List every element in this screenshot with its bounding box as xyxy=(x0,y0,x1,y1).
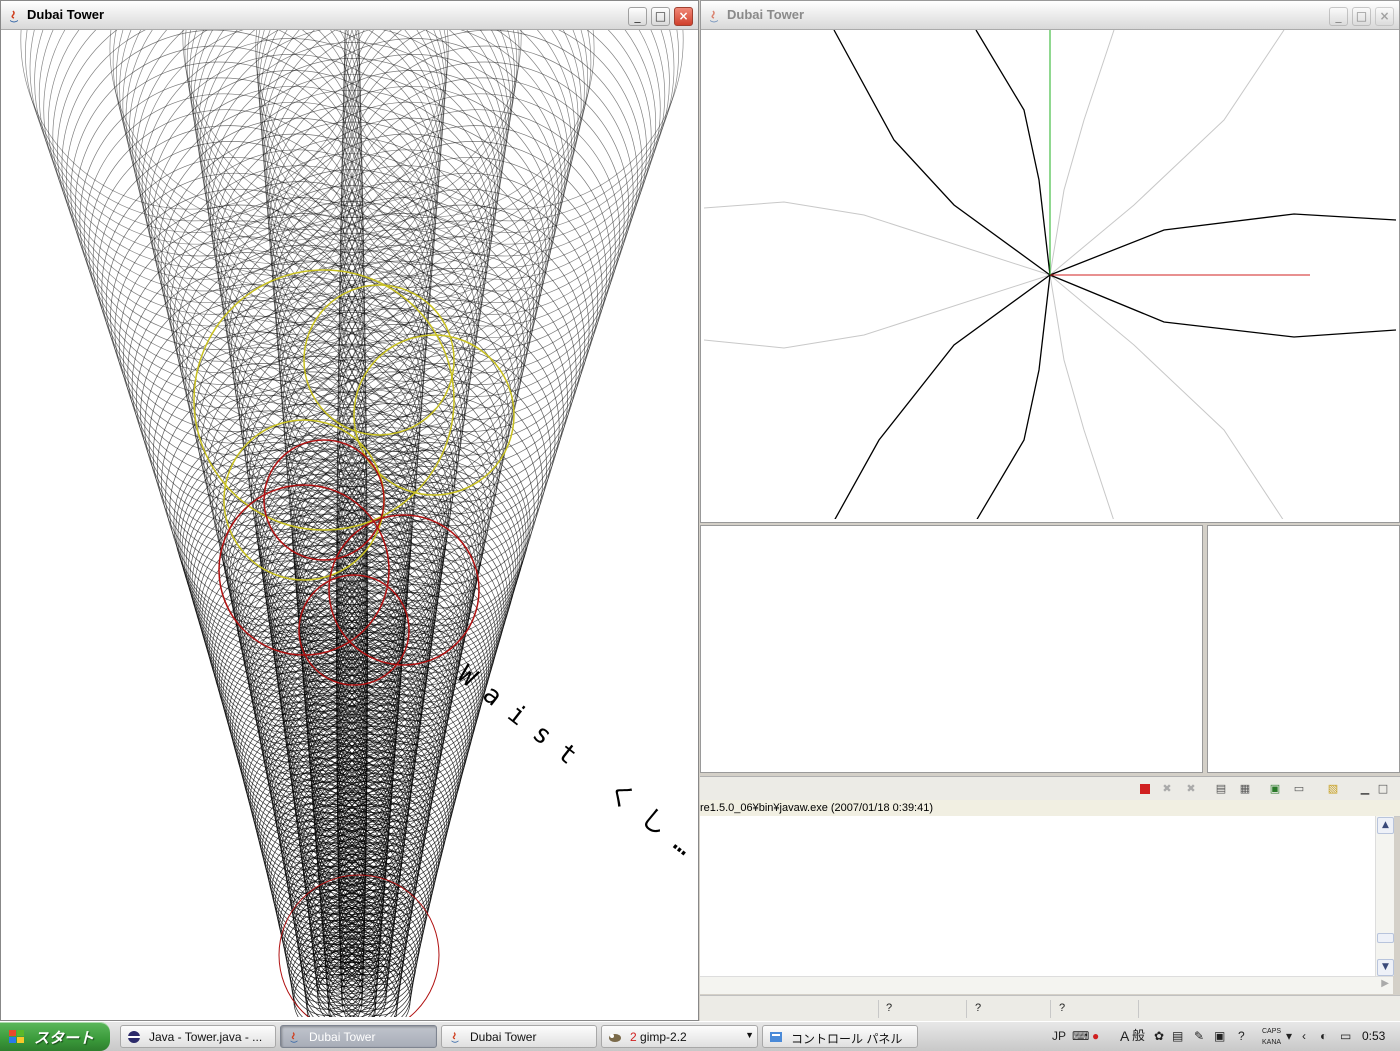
console-output[interactable] xyxy=(700,816,1375,976)
start-button[interactable]: スタート xyxy=(0,1022,110,1051)
java-icon xyxy=(10,10,18,23)
scroll-down-icon[interactable]: ▼ xyxy=(1377,959,1394,976)
language-indicator[interactable]: JP xyxy=(1052,1028,1066,1044)
console-horizontal-scrollbar[interactable]: ▶ xyxy=(700,976,1393,994)
scroll-right-icon[interactable]: ▶ xyxy=(1381,978,1389,989)
close-button[interactable]: × xyxy=(674,7,693,26)
remove-launch-icon[interactable]: ✖ xyxy=(1160,782,1174,796)
display-console-icon[interactable]: ▭ xyxy=(1292,782,1306,796)
tray-expand-icon[interactable]: ‹ xyxy=(1302,1028,1306,1044)
pen-icon[interactable]: ✎ xyxy=(1194,1028,1204,1044)
network-icon[interactable]: ◐ xyxy=(1320,1028,1327,1044)
open-console-icon[interactable]: ▧ xyxy=(1326,782,1340,796)
control-panel-icon xyxy=(770,1032,782,1042)
tool-icon[interactable]: ✿ xyxy=(1154,1028,1164,1044)
terminate-icon[interactable] xyxy=(1138,782,1152,796)
eclipse-icon xyxy=(128,1031,140,1043)
taskbar: スタート Java - Tower.java - ... Dubai Tower… xyxy=(0,1021,1400,1051)
java-icon xyxy=(710,10,718,23)
ime-mode[interactable]: A xyxy=(1120,1028,1129,1044)
java-icon xyxy=(290,1032,298,1043)
tray-menu-icon[interactable]: ▾ xyxy=(1286,1028,1292,1044)
keyboard-icon[interactable]: ⌨ xyxy=(1072,1028,1089,1044)
minimize-button[interactable]: _ xyxy=(1329,7,1348,26)
left-window-title: Dubai Tower xyxy=(27,7,105,22)
right-window[interactable]: Dubai Tower _ □ × xyxy=(700,0,1400,523)
scroll-up-icon[interactable]: ▲ xyxy=(1377,817,1394,834)
monitor-icon[interactable]: ▭ xyxy=(1340,1028,1351,1044)
left-window-titlebar[interactable]: Dubai Tower _ □ × xyxy=(1,1,698,30)
scroll-lock-icon[interactable]: ▦ xyxy=(1238,782,1252,796)
ime-icon[interactable]: ● xyxy=(1092,1028,1099,1044)
help-icon[interactable]: ? xyxy=(1238,1028,1245,1044)
tower-3d-canvas[interactable]: Waist くし… xyxy=(4,30,695,1017)
maximize-button[interactable]: □ xyxy=(651,7,670,26)
minimize-button[interactable]: _ xyxy=(628,7,647,26)
right-window-title: Dubai Tower xyxy=(727,7,805,22)
task-gimp[interactable]: 2 gimp-2.2 ▼ xyxy=(601,1025,758,1048)
tower-wireframe xyxy=(20,30,684,1017)
editor-pane[interactable] xyxy=(700,525,1203,773)
scroll-thumb[interactable] xyxy=(1377,933,1394,943)
status-cell: ? xyxy=(886,1002,893,1014)
maximize-button[interactable]: □ xyxy=(1352,7,1371,26)
windows-flag-icon xyxy=(9,1030,24,1043)
ime-kanji[interactable]: 般 xyxy=(1132,1028,1145,1044)
close-button[interactable]: × xyxy=(1375,7,1394,26)
plan-view-wireframe xyxy=(704,30,1396,519)
status-cell: ? xyxy=(1059,1002,1066,1014)
java-icon xyxy=(451,1032,459,1043)
task-dubai-tower-1[interactable]: Dubai Tower xyxy=(280,1025,437,1048)
pin-console-icon[interactable]: ▣ xyxy=(1268,782,1282,796)
gimp-icon xyxy=(609,1034,621,1042)
remove-all-icon[interactable]: ✖ xyxy=(1184,782,1198,796)
clear-console-icon[interactable]: ▤ xyxy=(1214,782,1228,796)
outline-pane[interactable] xyxy=(1207,525,1400,773)
minimize-view-icon[interactable]: ▁ xyxy=(1358,782,1372,796)
task-eclipse[interactable]: Java - Tower.java - ... xyxy=(120,1025,276,1048)
status-cell: ? xyxy=(975,1002,982,1014)
console-process-label: re1.5.0_06¥bin¥javaw.exe (2007/01/18 0:3… xyxy=(700,800,1400,817)
plan-view-canvas[interactable] xyxy=(704,30,1396,519)
system-tray: JP ⌨ ● A 般 ✿ ▤ ✎ ▣ ? CAPS KANA ▾ ‹ ◐ ▭ xyxy=(1046,1022,1400,1051)
console-vertical-scrollbar[interactable]: ▲ ▼ xyxy=(1375,816,1394,976)
dictionary-icon[interactable]: ▤ xyxy=(1172,1028,1183,1044)
settings-icon[interactable]: ▣ xyxy=(1214,1028,1225,1044)
task-control-panel[interactable]: コントロール パネル xyxy=(762,1025,918,1048)
left-window[interactable]: Dubai Tower _ □ × Waist くし… xyxy=(0,0,699,1021)
status-bar: ? ? ? xyxy=(700,995,1400,1022)
maximize-view-icon[interactable]: □ xyxy=(1376,782,1390,796)
clock: 0:53 xyxy=(1362,1029,1386,1043)
console-toolbar: ✖ ✖ ▤ ▦ ▣ ▭ ▧ ▁ □ xyxy=(700,776,1400,801)
group-dropdown-icon[interactable]: ▼ xyxy=(745,1030,754,1040)
kana-indicator: KANA xyxy=(1262,1039,1282,1046)
right-window-titlebar[interactable]: Dubai Tower _ □ × xyxy=(701,1,1399,30)
task-dubai-tower-2[interactable]: Dubai Tower xyxy=(441,1025,597,1048)
